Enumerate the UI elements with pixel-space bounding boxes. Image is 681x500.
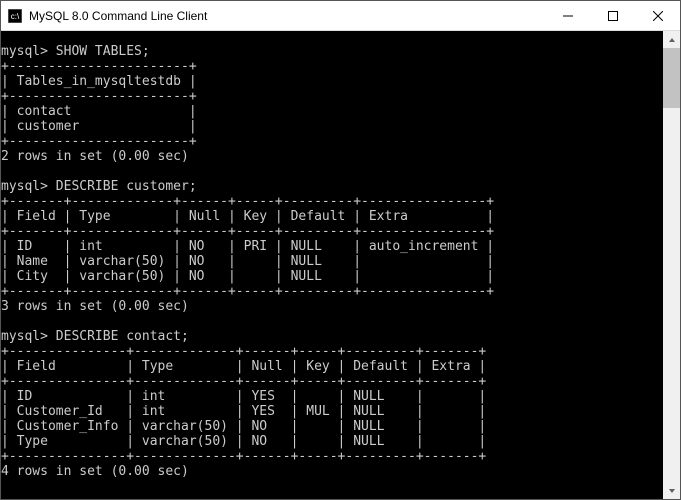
vertical-scrollbar[interactable] [663, 31, 680, 499]
minimize-button[interactable] [545, 1, 590, 30]
scroll-thumb[interactable] [663, 48, 680, 108]
scroll-down-arrow[interactable] [663, 482, 680, 499]
titlebar[interactable]: c:\ MySQL 8.0 Command Line Client [1, 1, 680, 31]
svg-text:c:\: c:\ [11, 12, 20, 21]
scroll-up-arrow[interactable] [663, 31, 680, 48]
window-controls [545, 1, 680, 30]
window-title: MySQL 8.0 Command Line Client [29, 9, 545, 23]
app-icon: c:\ [7, 8, 23, 24]
close-button[interactable] [635, 1, 680, 30]
maximize-button[interactable] [590, 1, 635, 30]
app-window: c:\ MySQL 8.0 Command Line Client mysql>… [0, 0, 681, 500]
terminal-output[interactable]: mysql> SHOW TABLES; +-------------------… [1, 44, 663, 486]
scroll-track[interactable] [663, 48, 680, 482]
content-area: mysql> SHOW TABLES; +-------------------… [1, 31, 680, 499]
